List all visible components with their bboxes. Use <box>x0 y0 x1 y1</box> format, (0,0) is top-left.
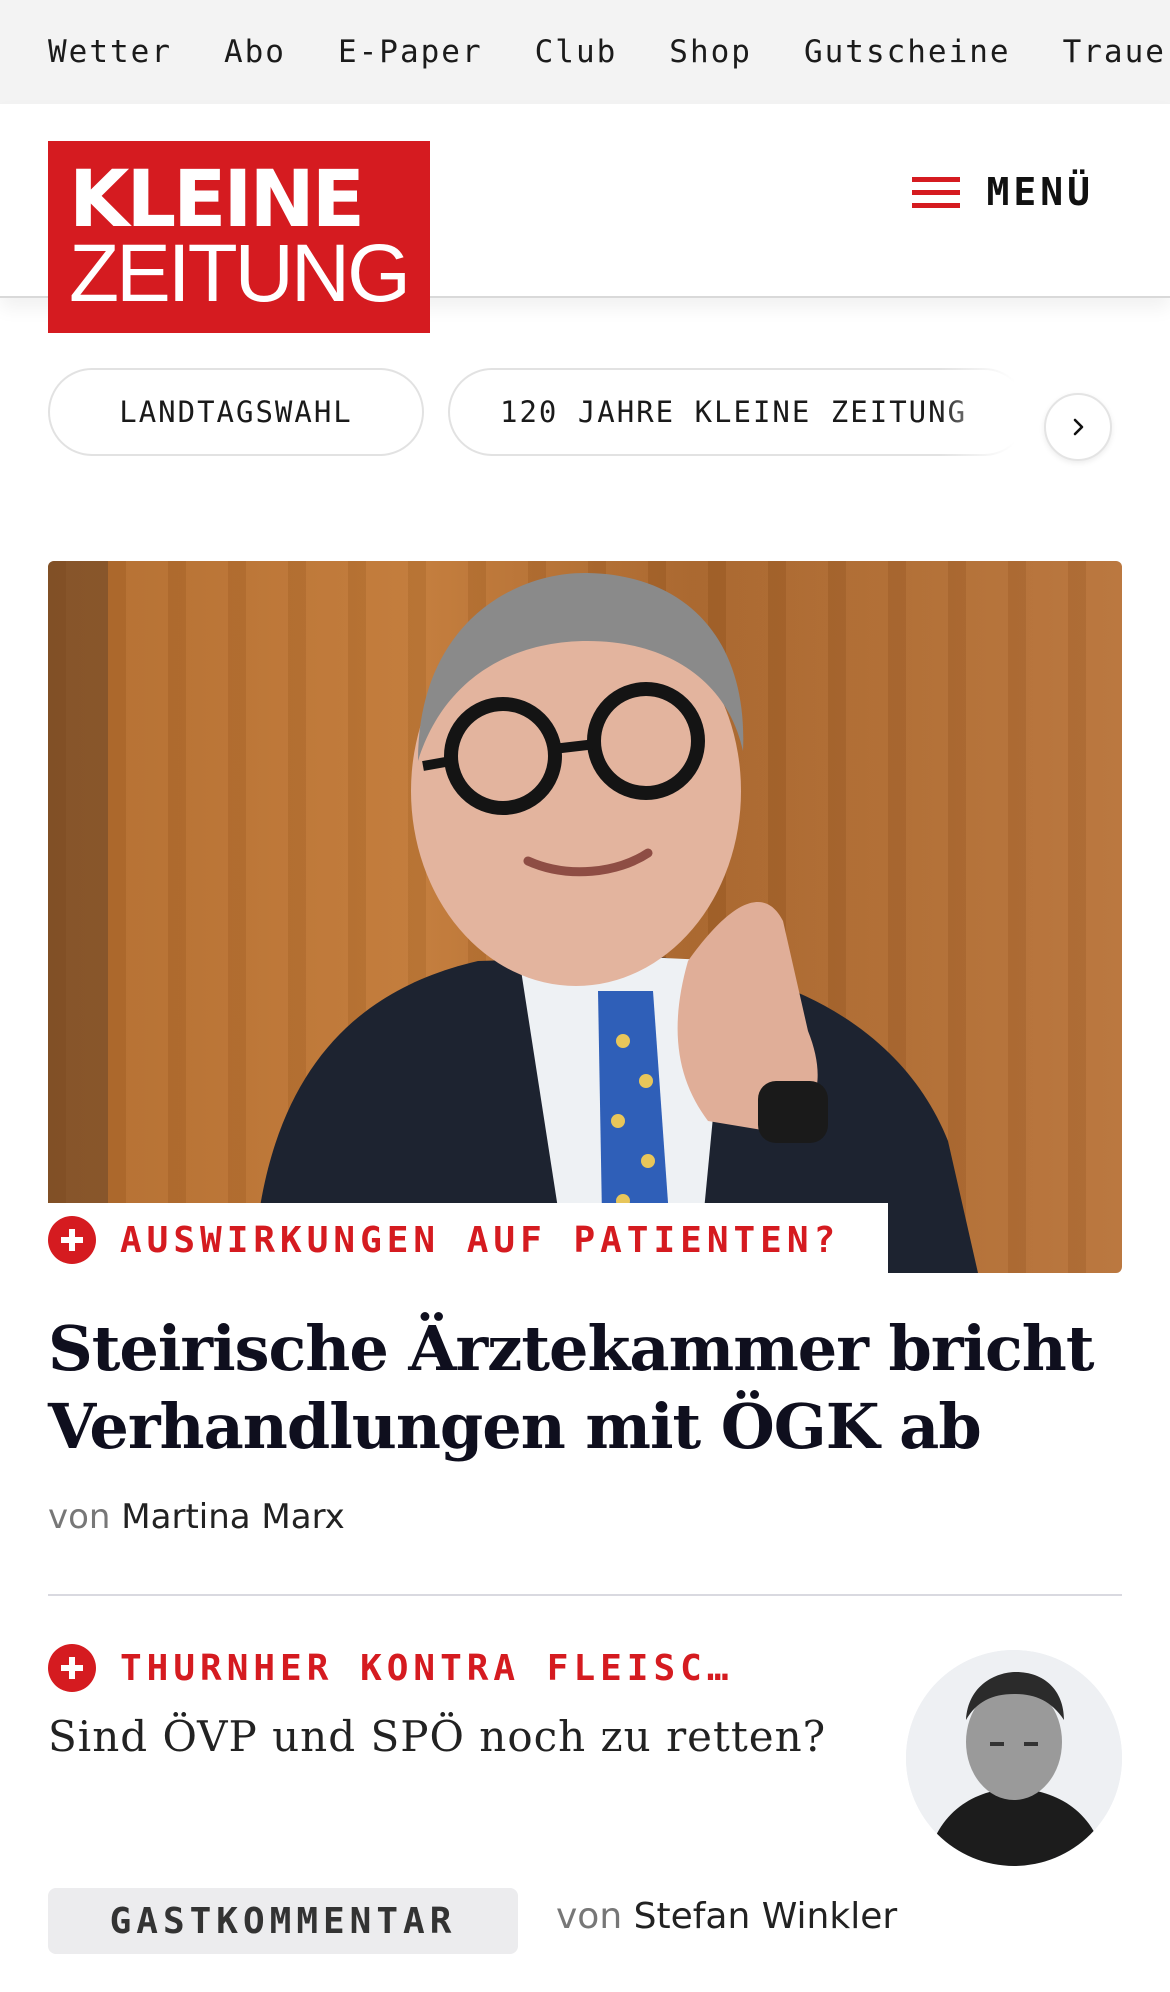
article-divider <box>48 1594 1122 1596</box>
byline-author[interactable]: Stefan Winkler <box>634 1896 898 1937</box>
nav-link-gutscheine[interactable]: Gutscheine <box>804 34 1011 70</box>
byline-prefix: von <box>556 1896 623 1937</box>
lead-kicker[interactable]: AUSWIRKUNGEN AUF PATIENTEN? <box>48 1203 888 1277</box>
top-utility-nav: Wetter Abo E-Paper Club Shop Gutscheine … <box>0 0 1170 104</box>
lead-headline[interactable]: Steirische Ärztekammer bricht Verhandlun… <box>48 1310 1122 1466</box>
menu-label: MENÜ <box>986 170 1094 214</box>
second-kicker-text: THURNHER KONTRA FLEISC… <box>120 1647 734 1689</box>
nav-link-shop[interactable]: Shop <box>669 34 752 70</box>
nav-link-abo[interactable]: Abo <box>224 34 286 70</box>
hamburger-icon <box>912 174 961 210</box>
nav-link-club[interactable]: Club <box>535 34 618 70</box>
menu-button[interactable]: MENÜ <box>912 170 1094 214</box>
kleine-zeitung-logo[interactable]: KLEINE ZEITUNG <box>48 141 430 333</box>
lead-article-image[interactable] <box>48 561 1122 1273</box>
byline-author[interactable]: Martina Marx <box>121 1497 344 1537</box>
plus-premium-icon <box>48 1216 96 1264</box>
lead-byline: von Martina Marx <box>48 1497 345 1537</box>
portrait-illustration <box>48 561 978 1273</box>
topic-chips: LANDTAGSWAHL 120 JAHRE KLEINE ZEITUNG <box>48 368 1122 488</box>
second-byline: von Stefan Winkler <box>556 1896 897 1937</box>
plus-premium-icon <box>48 1644 96 1692</box>
chip-landtagswahl[interactable]: LANDTAGSWAHL <box>48 368 424 456</box>
second-kicker[interactable]: THURNHER KONTRA FLEISC… <box>48 1644 734 1692</box>
nav-link-trauerportal[interactable]: Trauerp <box>1063 34 1170 70</box>
byline-prefix: von <box>48 1497 111 1537</box>
lead-kicker-text: AUSWIRKUNGEN AUF PATIENTEN? <box>120 1219 841 1261</box>
nav-link-epaper[interactable]: E-Paper <box>338 34 483 70</box>
chevron-right-icon <box>1073 418 1084 436</box>
chips-next-button[interactable] <box>1044 393 1112 461</box>
author-avatar[interactable] <box>906 1650 1122 1866</box>
author-portrait <box>906 1650 1122 1866</box>
chips-fade-overlay <box>938 368 1048 488</box>
logo-line-2: ZEITUNG <box>69 228 411 319</box>
nav-link-wetter[interactable]: Wetter <box>48 34 172 70</box>
gastkommentar-badge: GASTKOMMENTAR <box>48 1888 518 1954</box>
second-article-title[interactable]: Sind ÖVP und SPÖ noch zu retten? <box>48 1712 848 1761</box>
site-header: KLEINE ZEITUNG MENÜ <box>0 104 1170 333</box>
